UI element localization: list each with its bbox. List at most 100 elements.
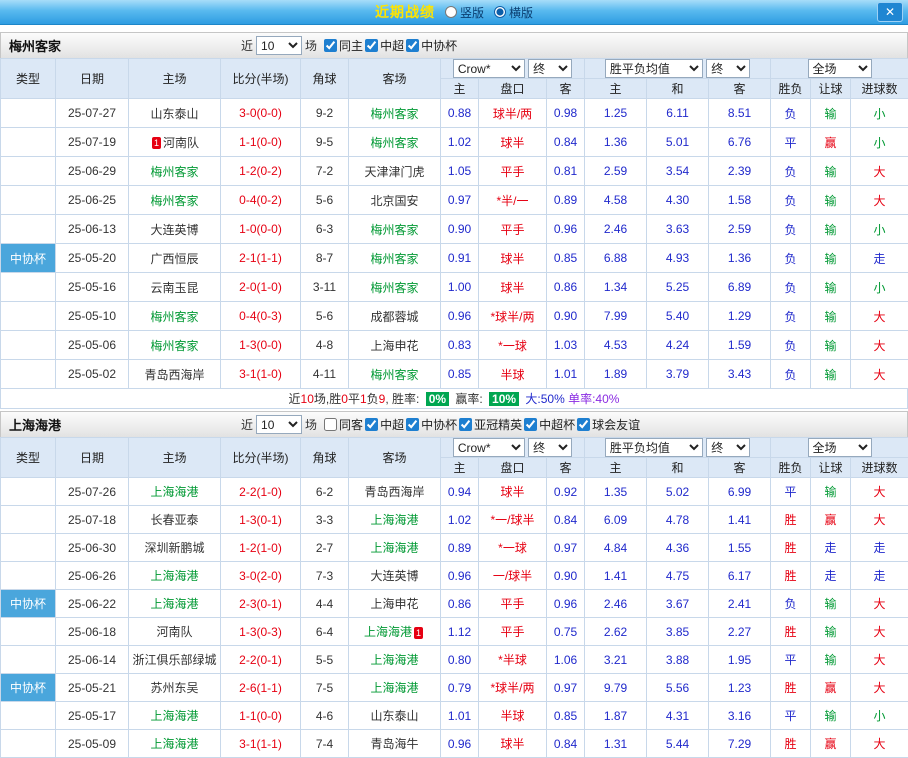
checkbox-input[interactable]: [324, 39, 337, 52]
home-odds: 0.89: [441, 534, 479, 562]
goals-result-value: 大: [851, 478, 908, 506]
league-type: 中超: [1, 273, 56, 302]
avg-lose-odds: 1.41: [709, 506, 771, 534]
wdl-time-select[interactable]: 终: [706, 59, 750, 78]
checkbox-input[interactable]: [459, 418, 472, 431]
score: 2-6(1-1): [221, 674, 301, 702]
checkbox-input[interactable]: [365, 39, 378, 52]
league-type: 中超: [1, 99, 56, 128]
odds-time-select[interactable]: 终: [528, 59, 572, 78]
team-name: 上海海港: [370, 681, 418, 695]
home-odds: 0.96: [441, 562, 479, 590]
filter-checkbox-1[interactable]: 中超: [365, 37, 404, 54]
away-team-cell: 青岛海牛: [349, 730, 441, 758]
team-name: 青岛西海岸: [144, 368, 204, 382]
score: 1-3(0-3): [221, 618, 301, 646]
vertical-radio[interactable]: [445, 6, 457, 18]
league-type: 中超: [1, 646, 56, 674]
match-date: 25-05-16: [56, 273, 129, 302]
result-value: 平: [771, 478, 811, 506]
goals-result-value: 大: [851, 186, 908, 215]
fulltime-select[interactable]: 全场: [808, 59, 872, 78]
match-date: 25-05-02: [56, 360, 129, 389]
match-count-select[interactable]: 10: [256, 415, 302, 434]
result-value: 胜: [771, 618, 811, 646]
summary-segment: 平: [348, 392, 360, 406]
home-team-cell: 山东泰山: [129, 99, 221, 128]
avg-win-odds: 6.88: [585, 244, 647, 273]
layout-vertical-option[interactable]: 竖版: [445, 4, 484, 21]
match-count-select[interactable]: 10: [256, 36, 302, 55]
checkbox-input[interactable]: [365, 418, 378, 431]
filter-checkbox-0[interactable]: 同主: [324, 37, 363, 54]
checkbox-input[interactable]: [524, 418, 537, 431]
wdl-average-select[interactable]: 胜平负均值: [605, 438, 703, 457]
checkbox-input[interactable]: [577, 418, 590, 431]
col-handicap: 盘口: [479, 458, 547, 478]
odds-company-select[interactable]: Crow*: [453, 59, 525, 78]
team-name: 天津津门虎: [364, 165, 424, 179]
league-type: 中超: [1, 360, 56, 389]
away-odds: 0.96: [547, 590, 585, 618]
team-name: 上海申花: [370, 339, 418, 353]
wdl-average-select[interactable]: 胜平负均值: [605, 59, 703, 78]
handicap-line: 半球: [479, 360, 547, 389]
checkbox-input[interactable]: [406, 418, 419, 431]
handicap-line: 平手: [479, 215, 547, 244]
team-name: 深圳新鹏城: [144, 541, 204, 555]
team-name: 北京国安: [370, 194, 418, 208]
avg-lose-odds: 6.17: [709, 562, 771, 590]
odds-company-select[interactable]: Crow*: [453, 438, 525, 457]
fulltime-controls-cell: 全场: [771, 59, 908, 79]
close-icon[interactable]: ✕: [877, 2, 903, 22]
match-row: 中超25-05-16云南玉昆2-0(1-0)3-11梅州客家1.00球半0.86…: [1, 273, 908, 302]
avg-draw-odds: 3.79: [647, 360, 709, 389]
avg-lose-odds: 7.29: [709, 730, 771, 758]
col-date: 日期: [56, 59, 129, 99]
match-row: 中协杯25-06-22上海海港2-3(0-1)4-4上海申花0.86平手0.96…: [1, 590, 908, 618]
wdl-time-select[interactable]: 终: [706, 438, 750, 457]
result-value: 胜: [771, 506, 811, 534]
games-label: 场: [305, 416, 317, 433]
away-odds: 0.84: [547, 506, 585, 534]
odds-time-select[interactable]: 终: [528, 438, 572, 457]
horizontal-radio[interactable]: [494, 6, 506, 18]
checkbox-label: 球会友谊: [592, 416, 640, 433]
corner-score: 7-2: [301, 157, 349, 186]
summary-segment: 0%: [426, 392, 449, 406]
col-goals: 进球数: [851, 79, 908, 99]
away-odds: 0.89: [547, 186, 585, 215]
checkbox-input[interactable]: [324, 418, 337, 431]
result-value: 负: [771, 302, 811, 331]
filter-checkboxes: 同客中超中协杯亚冠精英中超杯球会友谊: [324, 416, 642, 433]
fulltime-select[interactable]: 全场: [808, 438, 872, 457]
avg-win-odds: 1.25: [585, 99, 647, 128]
filter-checkbox-0[interactable]: 同客: [324, 416, 363, 433]
team-name: 广西恒辰: [150, 252, 198, 266]
away-team-cell: 梅州客家: [349, 99, 441, 128]
result-value: 胜: [771, 730, 811, 758]
result-value: 负: [771, 186, 811, 215]
handicap-line: *一球: [479, 534, 547, 562]
avg-lose-odds: 6.99: [709, 478, 771, 506]
layout-horizontal-option[interactable]: 横版: [494, 4, 533, 21]
score: 2-2(0-1): [221, 646, 301, 674]
odds-controls-cell: Crow* 终: [441, 438, 585, 458]
filter-checkbox-2[interactable]: 中协杯: [406, 416, 457, 433]
checkbox-input[interactable]: [406, 39, 419, 52]
avg-draw-odds: 4.31: [647, 702, 709, 730]
checkbox-label: 同客: [339, 416, 363, 433]
goals-result-value: 大: [851, 730, 908, 758]
result-value: 负: [771, 157, 811, 186]
avg-lose-odds: 1.36: [709, 244, 771, 273]
filter-checkbox-1[interactable]: 中超: [365, 416, 404, 433]
filter-checkbox-2[interactable]: 中协杯: [406, 37, 457, 54]
filter-checkbox-3[interactable]: 亚冠精英: [459, 416, 522, 433]
away-team-cell: 梅州客家: [349, 273, 441, 302]
handicap-line: 平手: [479, 618, 547, 646]
filter-checkbox-5[interactable]: 球会友谊: [577, 416, 640, 433]
away-odds: 0.86: [547, 273, 585, 302]
away-odds: 0.97: [547, 674, 585, 702]
filter-checkbox-4[interactable]: 中超杯: [524, 416, 575, 433]
corner-score: 2-7: [301, 534, 349, 562]
